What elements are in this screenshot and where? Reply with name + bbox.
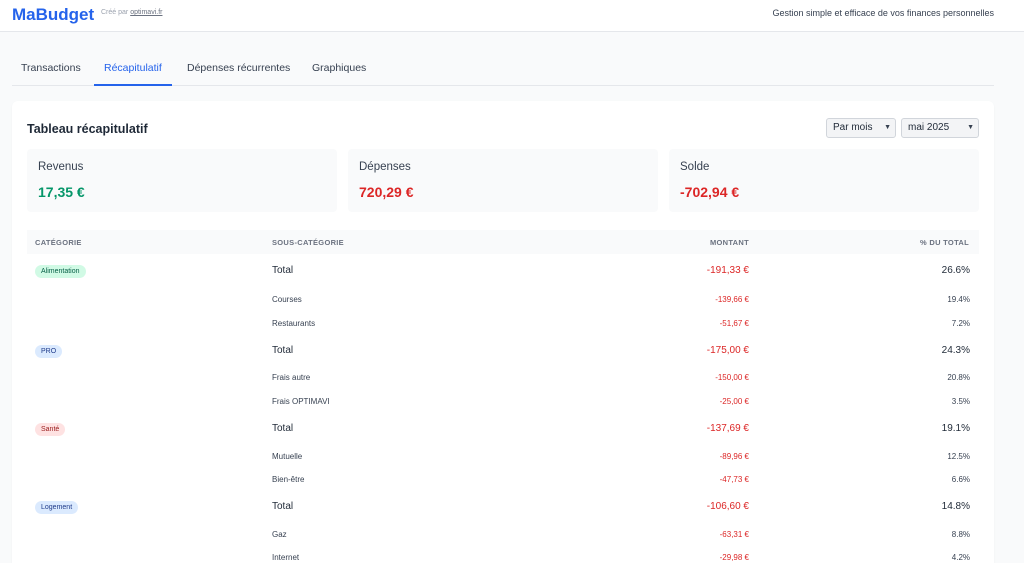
tab-bar: Transactions Récapitulatif Dépenses récu… bbox=[12, 50, 994, 86]
tab-transactions[interactable]: Transactions bbox=[21, 62, 81, 86]
subcategory-amount: -139,66 € bbox=[715, 295, 749, 304]
brand-logo[interactable]: MaBudget bbox=[12, 5, 94, 25]
category-badge-alimentation: Alimentation bbox=[35, 265, 86, 278]
subcategory-amount: -51,67 € bbox=[719, 319, 749, 328]
subcategory-name: Internet bbox=[272, 553, 300, 562]
stat-label: Dépenses bbox=[359, 161, 411, 173]
subcategory-name: Gaz bbox=[272, 530, 287, 539]
subcategory-name: Mutuelle bbox=[272, 452, 303, 461]
category-badge-pro: PRO bbox=[35, 345, 63, 358]
chevron-down-icon: ▼ bbox=[884, 124, 891, 131]
subcategory-pct: 12.5% bbox=[947, 452, 970, 461]
summary-title: Tableau récapitulatif bbox=[27, 122, 148, 136]
total-pct: 19.1% bbox=[941, 423, 970, 434]
total-label: Total bbox=[272, 265, 294, 276]
stat-label: Solde bbox=[680, 161, 710, 173]
total-pct: 24.3% bbox=[941, 345, 970, 356]
tagline: Gestion simple et efficace de vos financ… bbox=[772, 8, 994, 18]
subcategory-name: Bien-être bbox=[272, 475, 305, 484]
created-link[interactable]: optimavi.fr bbox=[130, 9, 162, 16]
subcategory-amount: -29,98 € bbox=[719, 553, 749, 562]
total-label: Total bbox=[272, 423, 294, 434]
subcategory-pct: 20.8% bbox=[947, 373, 970, 382]
created-prefix: Créé par bbox=[101, 9, 129, 16]
total-amount: -191,33 € bbox=[706, 265, 749, 276]
total-pct: 26.6% bbox=[941, 265, 970, 276]
chevron-down-icon: ▼ bbox=[967, 124, 974, 131]
tab-graphiques[interactable]: Graphiques bbox=[312, 62, 366, 86]
stat-revenus: Revenus 17,35 € bbox=[27, 149, 337, 212]
total-amount: -106,60 € bbox=[706, 501, 749, 512]
summary-card: Tableau récapitulatif Par mois ▼ mai 202… bbox=[12, 101, 994, 563]
subcategory-name: Frais OPTIMAVI bbox=[272, 397, 330, 406]
month-select[interactable]: mai 2025 ▼ bbox=[901, 118, 979, 138]
subcategory-amount: -25,00 € bbox=[719, 397, 749, 406]
stat-depenses: Dépenses 720,29 € bbox=[348, 149, 658, 212]
header-sous-categorie: SOUS-CATÉGORIE bbox=[272, 238, 344, 247]
stat-value: 720,29 € bbox=[359, 184, 414, 200]
stat-solde: Solde -702,94 € bbox=[669, 149, 979, 212]
subcategory-name: Restaurants bbox=[272, 319, 316, 328]
stat-value: 17,35 € bbox=[38, 184, 85, 200]
tab-depenses-recurrentes[interactable]: Dépenses récurrentes bbox=[187, 62, 290, 86]
header-categorie: CATÉGORIE bbox=[35, 238, 82, 247]
total-pct: 14.8% bbox=[941, 501, 970, 512]
subcategory-pct: 19.4% bbox=[947, 295, 970, 304]
app-header: MaBudget Créé par optimavi.fr Gestion si… bbox=[0, 0, 1024, 32]
subcategory-amount: -89,96 € bbox=[719, 452, 749, 461]
subcategory-name: Frais autre bbox=[272, 373, 311, 382]
stat-label: Revenus bbox=[38, 161, 84, 173]
total-amount: -175,00 € bbox=[706, 345, 749, 356]
subcategory-amount: -150,00 € bbox=[715, 373, 749, 382]
subcategory-name: Courses bbox=[272, 295, 302, 304]
category-badge-sante: Santé bbox=[35, 423, 66, 436]
period-select-value: Par mois bbox=[833, 122, 873, 133]
subcategory-pct: 7.2% bbox=[951, 319, 970, 328]
created-by: Créé par optimavi.fr bbox=[101, 9, 162, 16]
subcategory-pct: 6.6% bbox=[951, 475, 970, 484]
header-pct-total: % DU TOTAL bbox=[920, 238, 969, 247]
total-amount: -137,69 € bbox=[706, 423, 749, 434]
subcategory-pct: 8.8% bbox=[951, 530, 970, 539]
total-label: Total bbox=[272, 345, 294, 356]
stat-value: -702,94 € bbox=[680, 184, 740, 200]
total-label: Total bbox=[272, 501, 294, 512]
category-badge-logement: Logement bbox=[35, 501, 79, 514]
subcategory-pct: 4.2% bbox=[951, 553, 970, 562]
header-montant: MONTANT bbox=[709, 238, 749, 247]
tab-recapitulatif[interactable]: Récapitulatif bbox=[94, 62, 172, 86]
subcategory-amount: -47,73 € bbox=[719, 475, 749, 484]
table-header: CATÉGORIE SOUS-CATÉGORIE MONTANT % DU TO… bbox=[27, 230, 979, 254]
subcategory-pct: 3.5% bbox=[951, 397, 970, 406]
subcategory-amount: -63,31 € bbox=[719, 530, 749, 539]
month-select-value: mai 2025 bbox=[908, 122, 950, 133]
period-select[interactable]: Par mois ▼ bbox=[826, 118, 896, 138]
